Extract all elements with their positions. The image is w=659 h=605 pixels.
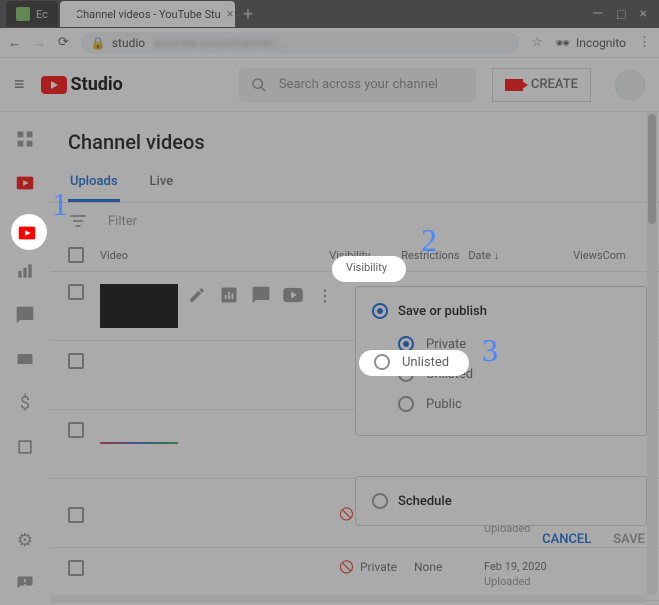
rail-monetization-icon[interactable]: $	[14, 392, 36, 414]
col-restrictions[interactable]: Restrictions	[401, 249, 468, 262]
rail-comments-icon[interactable]	[14, 304, 36, 326]
panel-actions: CANCEL SAVE	[542, 532, 645, 547]
filter-row: Filter	[50, 203, 659, 239]
row-actions: ⋮	[186, 284, 336, 306]
rail-subtitles-icon[interactable]	[14, 348, 36, 370]
comments-icon[interactable]	[250, 284, 272, 306]
sort-down-icon: ↓	[494, 249, 500, 262]
col-comments[interactable]: Com	[603, 249, 641, 262]
video-thumbnail[interactable]	[100, 422, 178, 466]
left-rail-bottom: ⚙	[0, 529, 50, 595]
radio-schedule[interactable]	[372, 493, 388, 509]
create-button[interactable]: CREATE	[492, 68, 591, 102]
lock-icon: 🔒	[91, 36, 106, 50]
search-placeholder: Search across your channel	[279, 77, 438, 92]
url-text: studio	[112, 36, 145, 50]
favicon-1	[16, 7, 30, 21]
app-header: ≡ Studio Search across your channel CREA…	[0, 58, 659, 112]
close-icon[interactable]: ×	[227, 7, 234, 22]
col-date[interactable]: Date ↓	[468, 249, 550, 262]
youtube-watch-icon[interactable]	[282, 284, 304, 306]
restrictions-cell: None	[414, 560, 484, 574]
forward-icon[interactable]: →	[33, 35, 46, 51]
close-window-icon[interactable]: ×	[640, 6, 647, 23]
browser-tab-1[interactable]: Ec	[6, 1, 58, 27]
visibility-icon: 🚫	[339, 560, 354, 574]
col-video: Video	[84, 249, 329, 262]
search-icon	[251, 77, 267, 93]
window-controls: — □ ×	[592, 6, 653, 23]
panel-save-or-publish[interactable]: Save or publish	[372, 303, 630, 319]
address-bar[interactable]: 🔒 studio .youtube.com/channel/...	[81, 32, 519, 54]
youtube-icon	[41, 76, 67, 94]
browser-toolbar: ← → ⟳ 🔒 studio .youtube.com/channel/... …	[0, 28, 659, 58]
reload-icon[interactable]: ⟳	[58, 35, 69, 50]
highlight-rail-videos	[11, 214, 47, 250]
tab-live[interactable]: Live	[148, 164, 176, 202]
save-button[interactable]: SAVE	[613, 532, 645, 547]
video-thumbnail[interactable]	[100, 284, 178, 328]
new-tab-button[interactable]: +	[243, 4, 253, 25]
main-content: Channel videos Uploads Live Filter Video…	[50, 112, 659, 605]
col-views[interactable]: Views	[550, 249, 603, 262]
incognito-indicator[interactable]: 🕶 Incognito	[555, 36, 626, 50]
create-icon	[505, 79, 523, 91]
video-thumbnail[interactable]	[100, 353, 178, 397]
option-public[interactable]: Public	[372, 389, 630, 419]
select-all-checkbox[interactable]	[68, 247, 84, 263]
kebab-menu-icon[interactable]: ⋮	[638, 35, 651, 50]
date-cell: Feb 19, 2020Uploaded	[484, 560, 569, 588]
edit-icon[interactable]	[186, 284, 208, 306]
avatar[interactable]	[615, 70, 645, 100]
row-checkbox[interactable]	[68, 507, 84, 523]
tab-uploads[interactable]: Uploads	[68, 164, 120, 202]
app-frame: ≡ Studio Search across your channel CREA…	[0, 58, 659, 605]
logo-text: Studio	[71, 74, 123, 95]
rail-library-icon[interactable]	[14, 436, 36, 458]
youtube-studio-logo[interactable]: Studio	[41, 74, 123, 95]
highlight-unlisted-option	[359, 350, 469, 376]
visibility-icon: 🚫	[339, 507, 354, 521]
search-input[interactable]: Search across your channel	[239, 68, 476, 102]
tabs: Uploads Live	[50, 164, 659, 203]
cancel-button[interactable]: CANCEL	[542, 532, 591, 547]
visibility-cell[interactable]: 🚫Private	[339, 560, 414, 574]
rail-feedback-icon[interactable]	[14, 573, 36, 595]
filter-label[interactable]: Filter	[108, 214, 137, 229]
horizontal-scrollbar[interactable]	[50, 595, 647, 603]
row-checkbox[interactable]	[68, 560, 84, 576]
row-checkbox[interactable]	[68, 284, 84, 300]
rail-dashboard-icon[interactable]	[14, 128, 36, 150]
browser-tab-2[interactable]: Channel videos - YouTube Stu ×	[60, 1, 235, 27]
radio-save-publish[interactable]	[372, 303, 388, 319]
row-checkbox[interactable]	[68, 422, 84, 438]
highlight-visibility-header	[332, 256, 406, 282]
rail-settings-icon[interactable]: ⚙	[14, 529, 36, 551]
more-icon[interactable]: ⋮	[314, 284, 336, 306]
rail-videos-icon[interactable]	[14, 172, 36, 194]
tab-2-title: Channel videos - YouTube Stu	[76, 8, 221, 21]
table-row[interactable]: 🚫Private None Feb 19, 2020Uploaded	[50, 548, 659, 601]
analytics-icon[interactable]	[218, 284, 240, 306]
page-title: Channel videos	[50, 112, 659, 164]
filter-icon[interactable]	[68, 211, 88, 231]
schedule-panel[interactable]: Schedule	[355, 476, 647, 526]
create-label: CREATE	[531, 77, 578, 92]
incognito-label: Incognito	[576, 36, 626, 50]
tab-1-title: Ec	[36, 8, 48, 21]
rail-analytics-icon[interactable]	[14, 260, 36, 282]
back-icon[interactable]: ←	[8, 35, 21, 51]
radio-public[interactable]	[398, 396, 414, 412]
hamburger-icon[interactable]: ≡	[14, 74, 25, 95]
incognito-icon: 🕶	[555, 36, 570, 50]
star-icon[interactable]: ☆	[531, 35, 543, 50]
minimize-icon[interactable]: —	[592, 6, 603, 23]
maximize-icon[interactable]: □	[617, 6, 625, 23]
vertical-scrollbar[interactable]	[647, 112, 657, 595]
browser-tabstrip: Ec Channel videos - YouTube Stu × + — □ …	[0, 0, 659, 28]
row-checkbox[interactable]	[68, 353, 84, 369]
